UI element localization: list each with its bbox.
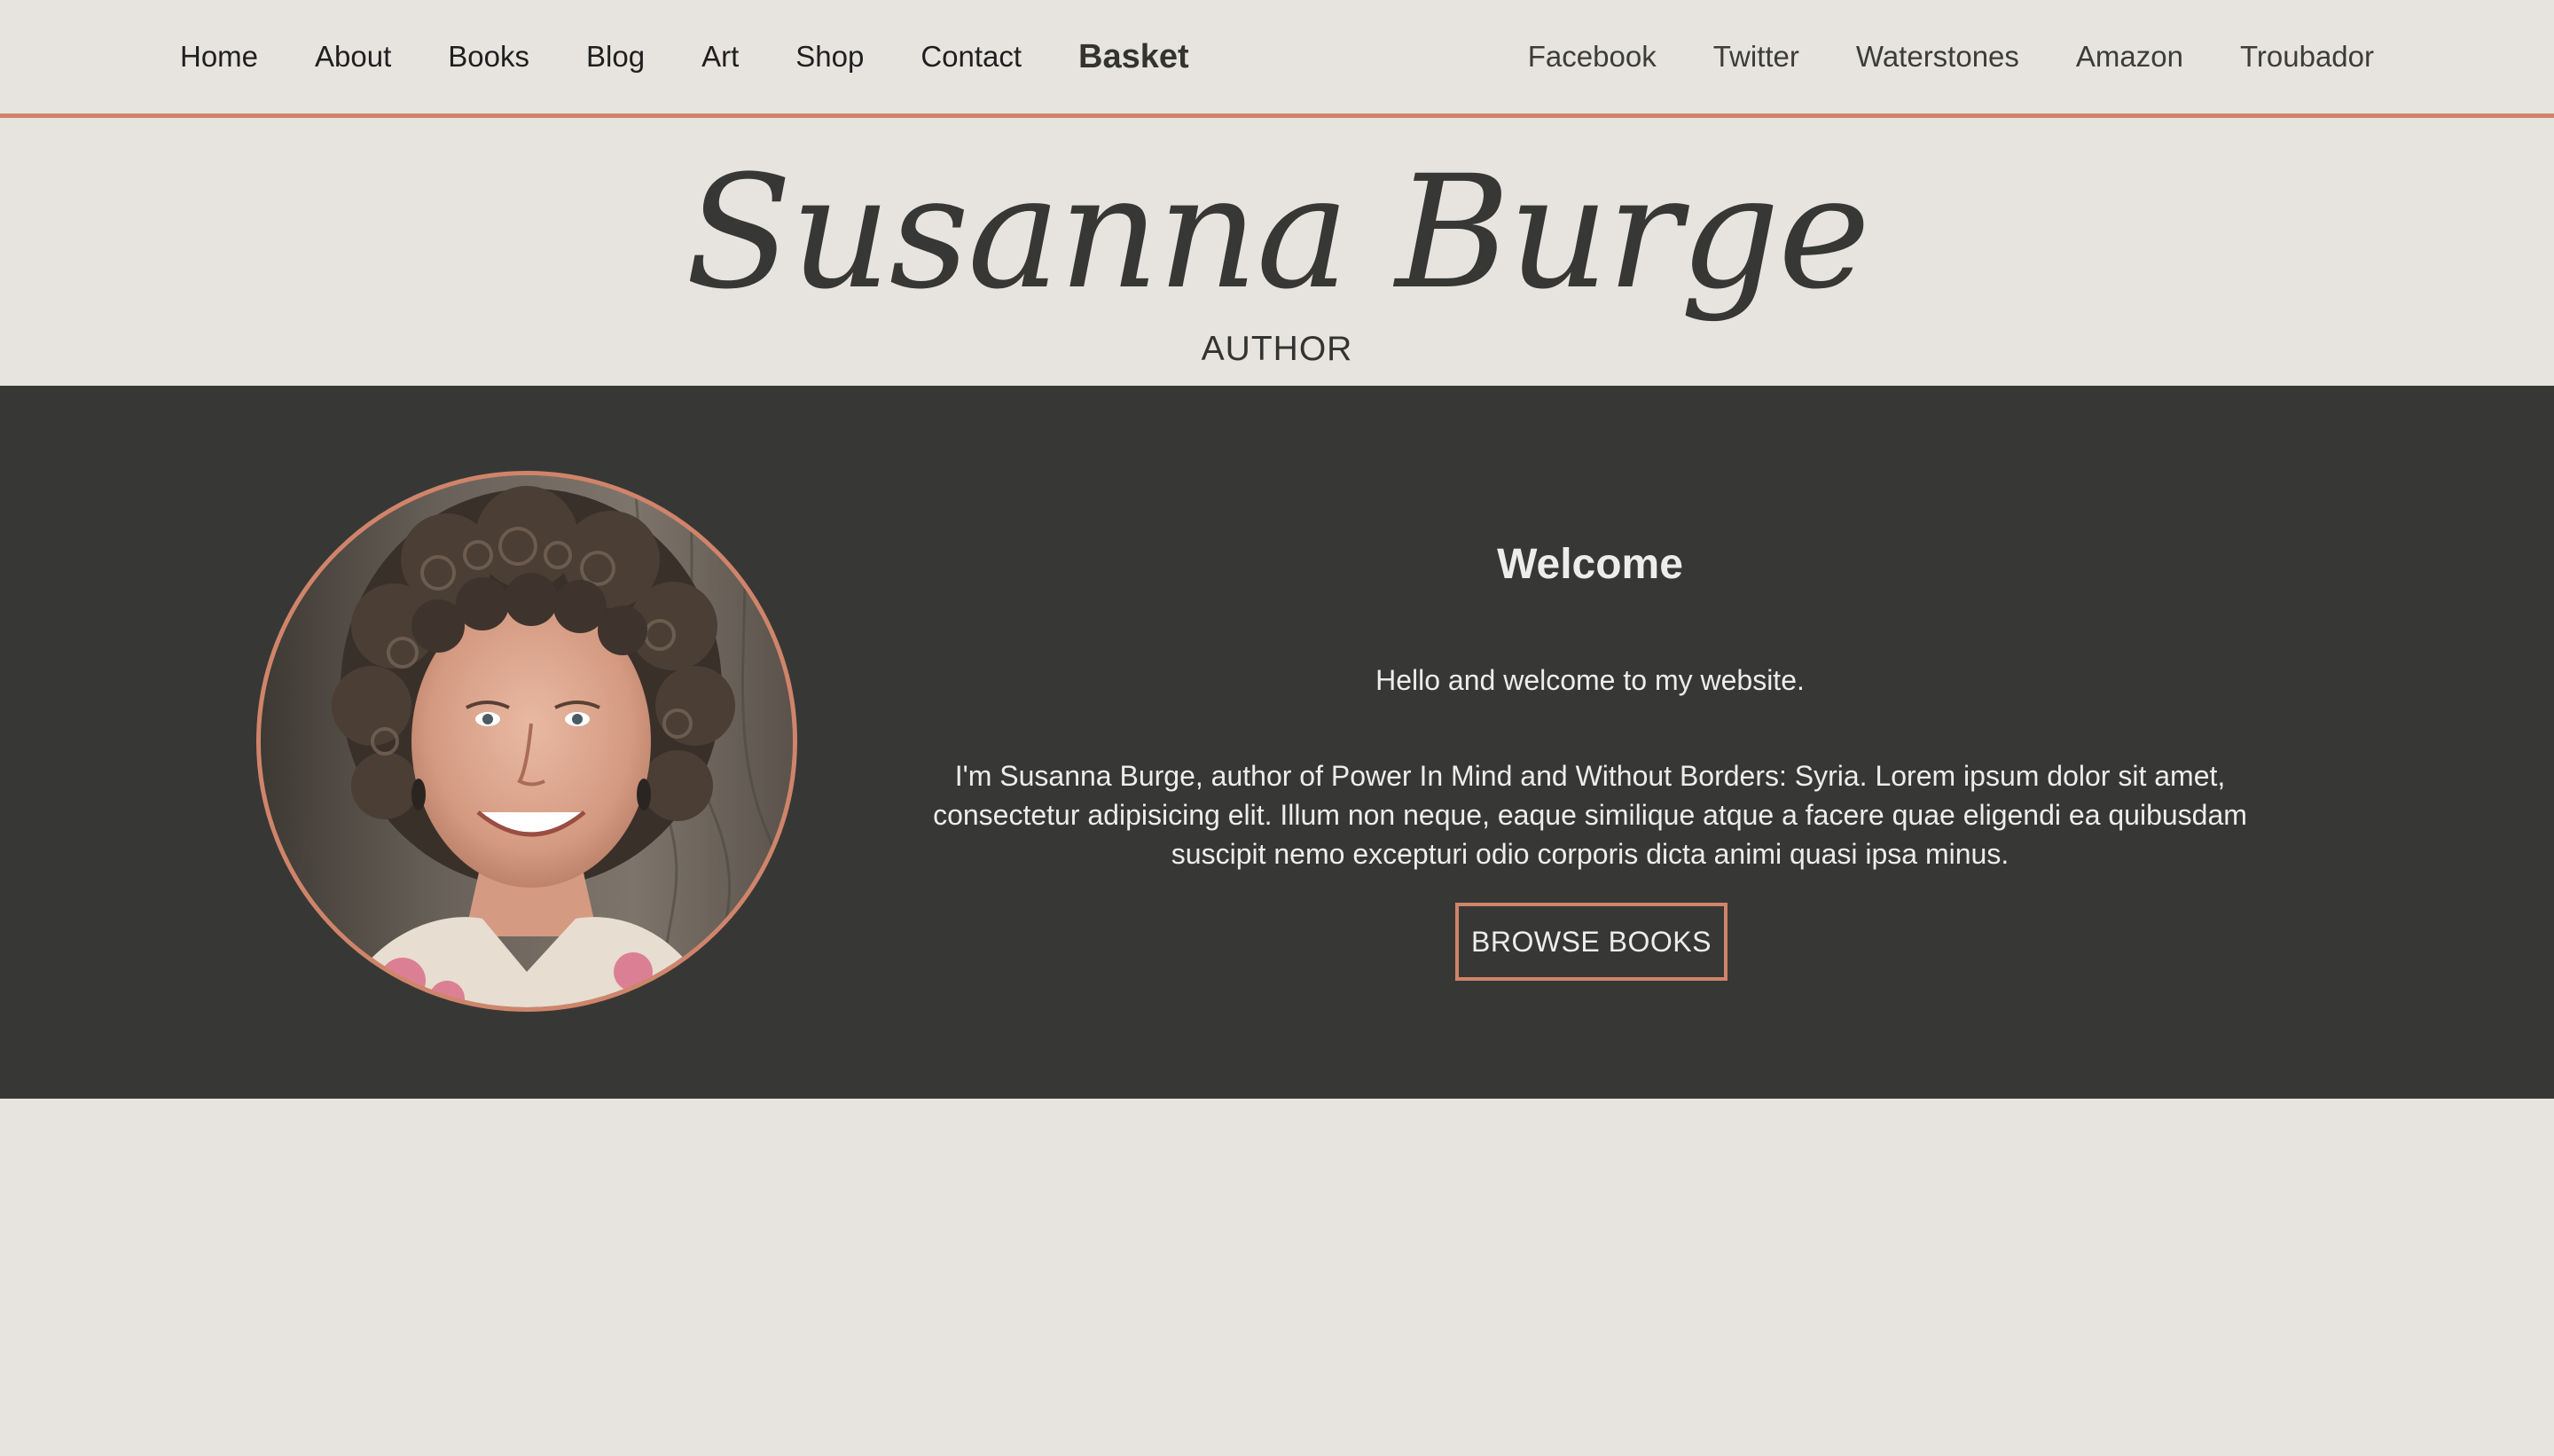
welcome-greeting: Hello and welcome to my website. — [1375, 664, 1805, 696]
nav-link-shop[interactable]: Shop — [795, 40, 864, 74]
nav-link-blog[interactable]: Blog — [586, 40, 645, 74]
nav-link-contact[interactable]: Contact — [921, 40, 1022, 74]
nav-link-about[interactable]: About — [315, 40, 391, 74]
nav-link-art[interactable]: Art — [701, 40, 739, 74]
welcome-heading: Welcome — [1497, 541, 1683, 588]
nav-link-troubador[interactable]: Troubador — [2240, 40, 2374, 74]
nav-link-amazon[interactable]: Amazon — [2076, 40, 2183, 74]
site-header: Susanna Burge AUTHOR — [0, 118, 2554, 386]
nav-link-facebook[interactable]: Facebook — [1528, 40, 1657, 74]
external-links-nav: Facebook Twitter Waterstones Amazon Trou… — [1528, 0, 2374, 114]
site-title[interactable]: Susanna Burge — [0, 145, 2554, 322]
nav-link-waterstones[interactable]: Waterstones — [1856, 40, 2019, 74]
browse-books-button[interactable]: BROWSE BOOKS — [1455, 903, 1727, 981]
nav-link-home[interactable]: Home — [180, 40, 258, 74]
site-tagline: AUTHOR — [1201, 330, 1353, 368]
basket-link[interactable]: Basket — [1078, 38, 1189, 76]
welcome-body: I'm Susanna Burge, author of Power In Mi… — [933, 760, 2247, 870]
nav-link-books[interactable]: Books — [448, 40, 529, 74]
nav-link-twitter[interactable]: Twitter — [1713, 40, 1799, 74]
author-portrait — [256, 471, 797, 1012]
primary-nav: Home About Books Blog Art Shop Contact B… — [180, 0, 1189, 114]
welcome-section: Welcome Hello and welcome to my website.… — [0, 386, 2554, 1099]
welcome-content: Welcome Hello and welcome to my website.… — [905, 386, 2276, 1099]
top-navigation: Home About Books Blog Art Shop Contact B… — [0, 0, 2554, 118]
author-portrait-image — [261, 475, 793, 1007]
